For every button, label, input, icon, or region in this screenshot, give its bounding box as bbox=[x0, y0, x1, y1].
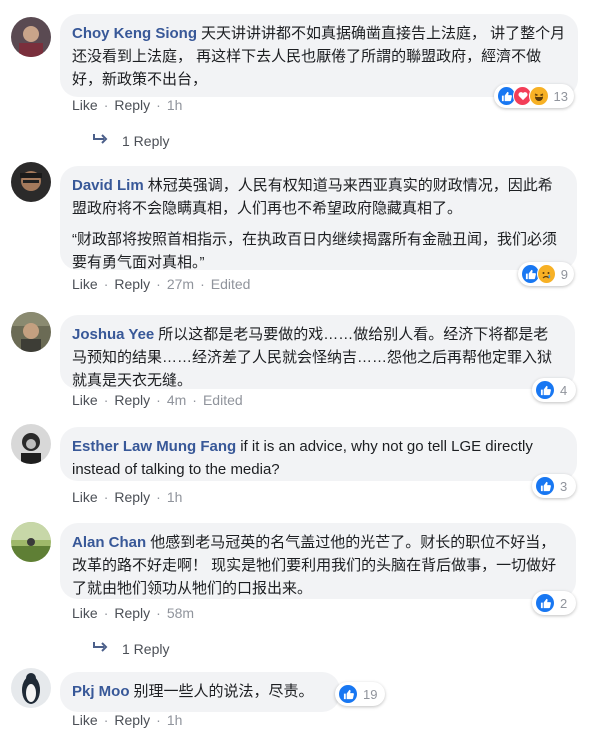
reply-link[interactable]: Reply bbox=[114, 712, 150, 728]
reaction-count: 2 bbox=[560, 595, 568, 611]
view-replies-link[interactable]: 1 Reply bbox=[92, 640, 169, 658]
comment-text: 别理一些人的说法，尽责。 bbox=[133, 683, 314, 700]
comment-actions: Like · Reply · 27m · Edited bbox=[72, 276, 251, 292]
comment-actions: Like · Reply · 1h bbox=[72, 489, 183, 505]
reply-arrow-icon bbox=[92, 640, 108, 658]
avatar[interactable] bbox=[11, 162, 51, 202]
comment-actions: Like · Reply · 4m · Edited bbox=[72, 392, 243, 408]
avatar[interactable] bbox=[11, 668, 51, 708]
reaction-count: 4 bbox=[560, 382, 568, 398]
reply-link[interactable]: Reply bbox=[114, 605, 150, 621]
like-reaction-icon bbox=[338, 684, 358, 704]
reply-link[interactable]: Reply bbox=[114, 97, 150, 113]
comment-actions: Like · Reply · 58m bbox=[72, 605, 195, 621]
timestamp[interactable]: 1h bbox=[167, 97, 183, 113]
reaction-count: 3 bbox=[560, 478, 568, 494]
commenter-name[interactable]: Alan Chan bbox=[72, 534, 146, 551]
sad-reaction-icon bbox=[536, 264, 556, 284]
edited-label[interactable]: Edited bbox=[211, 276, 251, 292]
commenter-name[interactable]: Pkj Moo bbox=[72, 683, 130, 700]
like-reaction-icon bbox=[535, 593, 555, 613]
like-reaction-icon bbox=[535, 380, 555, 400]
like-link[interactable]: Like bbox=[72, 97, 98, 113]
reaction-count: 19 bbox=[363, 686, 378, 702]
comment-quote: “财政部将按照首相指示，在执政百日内继续揭露所有金融丑闻，我们必须要有勇气面对真… bbox=[72, 231, 557, 271]
replies-count-label: 1 Reply bbox=[122, 133, 170, 149]
reaction-count: 13 bbox=[553, 88, 568, 104]
timestamp[interactable]: 27m bbox=[167, 276, 194, 292]
comment-bubble: Alan Chan 他感到老马冠英的名气盖过他的光芒了。财长的职位不好当，改革的路… bbox=[60, 523, 576, 599]
like-link[interactable]: Like bbox=[72, 276, 98, 292]
comment-bubble: Joshua Yee 所以这都是老马要做的戏……做给别人看。经济下将都是老马预知的… bbox=[60, 315, 575, 389]
like-link[interactable]: Like bbox=[72, 605, 98, 621]
timestamp[interactable]: 4m bbox=[167, 392, 186, 408]
view-replies-link[interactable]: 1 Reply bbox=[92, 132, 169, 150]
comment-bubble: Pkj Moo 别理一些人的说法，尽责。 bbox=[60, 672, 340, 712]
reactions-summary[interactable]: 4 bbox=[532, 378, 576, 402]
reply-link[interactable]: Reply bbox=[114, 276, 150, 292]
reply-link[interactable]: Reply bbox=[114, 392, 150, 408]
avatar[interactable] bbox=[11, 522, 51, 562]
timestamp[interactable]: 58m bbox=[167, 605, 194, 621]
avatar[interactable] bbox=[11, 424, 51, 464]
haha-reaction-icon bbox=[529, 86, 549, 106]
commenter-name[interactable]: Choy Keng Siong bbox=[72, 25, 197, 42]
edited-label[interactable]: Edited bbox=[203, 392, 243, 408]
reaction-count: 9 bbox=[560, 266, 568, 282]
reactions-summary[interactable]: 19 bbox=[335, 682, 385, 706]
commenter-name[interactable]: Joshua Yee bbox=[72, 326, 154, 343]
replies-count-label: 1 Reply bbox=[122, 641, 170, 657]
commenter-name[interactable]: David Lim bbox=[72, 177, 144, 194]
avatar[interactable] bbox=[11, 312, 51, 352]
timestamp[interactable]: 1h bbox=[167, 489, 183, 505]
timestamp[interactable]: 1h bbox=[167, 712, 183, 728]
reactions-summary[interactable]: 9 bbox=[518, 262, 574, 286]
reactions-summary[interactable]: 13 bbox=[494, 84, 574, 108]
comment-actions: Like · Reply · 1h bbox=[72, 712, 183, 728]
like-link[interactable]: Like bbox=[72, 712, 98, 728]
reactions-summary[interactable]: 2 bbox=[532, 591, 576, 615]
like-link[interactable]: Like bbox=[72, 489, 98, 505]
comment-bubble: David Lim 林冠英强调，人民有权知道马来西亚真实的财政情况，因此希盟政府将… bbox=[60, 166, 577, 271]
comment-actions: Like · Reply · 1h bbox=[72, 97, 183, 113]
avatar[interactable] bbox=[11, 17, 51, 57]
reply-link[interactable]: Reply bbox=[114, 489, 150, 505]
commenter-name[interactable]: Esther Law Mung Fang bbox=[72, 438, 236, 455]
like-reaction-icon bbox=[535, 476, 555, 496]
reply-arrow-icon bbox=[92, 132, 108, 150]
like-link[interactable]: Like bbox=[72, 392, 98, 408]
comment-bubble: Esther Law Mung Fang if it is an advice, … bbox=[60, 427, 577, 481]
comment-text: 林冠英强调，人民有权知道马来西亚真实的财政情况，因此希盟政府将不会隐瞒真相，人们… bbox=[72, 177, 553, 217]
reactions-summary[interactable]: 3 bbox=[532, 474, 576, 498]
